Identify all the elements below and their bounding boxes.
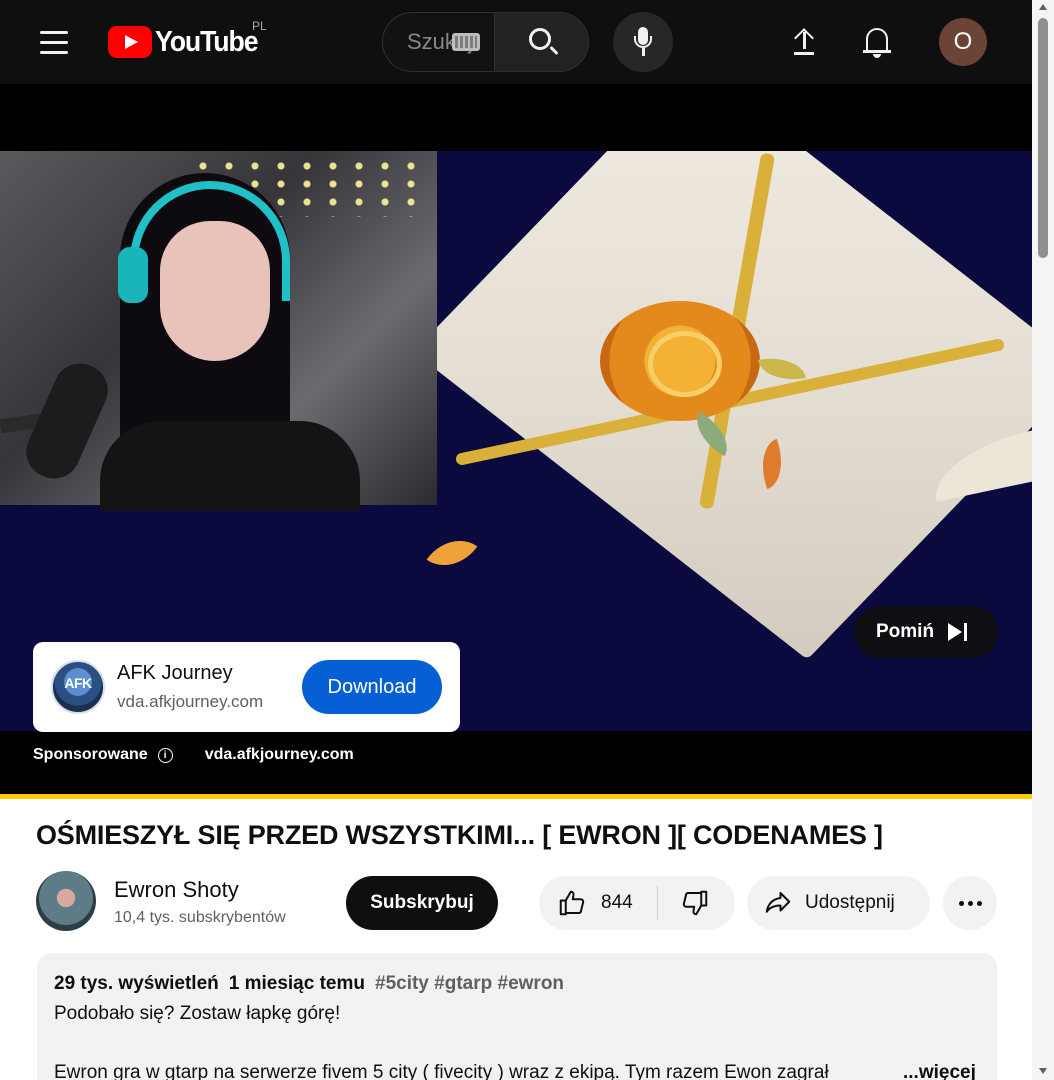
more-dots-icon	[967, 900, 973, 906]
scrollbar-thumb[interactable]	[1038, 18, 1048, 258]
channel-avatar[interactable]	[36, 871, 96, 931]
leaf-decoration	[426, 526, 478, 580]
country-code: PL	[252, 19, 267, 33]
like-dislike-group: 844	[539, 876, 735, 930]
thumbs-down-icon	[682, 890, 708, 916]
share-label: Udostępnij	[805, 892, 895, 913]
hashtag[interactable]: #ewron	[498, 973, 565, 994]
ad-url[interactable]: vda.afkjourney.com	[117, 692, 263, 712]
ad-footer: Sponsorowane i vda.afkjourney.com	[33, 744, 354, 766]
skip-ad-label: Pomiń	[876, 621, 935, 642]
logo-wordmark: YouTube	[155, 25, 259, 58]
page-scrollbar[interactable]	[1032, 0, 1054, 1080]
subscribe-button[interactable]: Subskrybuj	[346, 876, 498, 930]
subscriber-count: 10,4 tys. subskrybentów	[114, 909, 286, 926]
user-avatar[interactable]: O	[939, 18, 987, 66]
top-bar: YouTube PL Szukaj O	[0, 0, 1032, 84]
share-button[interactable]: Udostępnij	[747, 876, 930, 930]
skip-ad-button[interactable]: Pomiń	[854, 606, 998, 658]
streamer-shirt	[100, 421, 360, 511]
hashtag[interactable]: #5city	[375, 973, 429, 994]
video-title: OŚMIESZYŁ SIĘ PRZED WSZYSTKIMI... [ EWRO…	[36, 820, 883, 850]
search-button[interactable]	[494, 12, 589, 72]
sponsored-label: Sponsorowane	[33, 746, 148, 763]
advertiser-logo-text: AFK	[64, 675, 92, 691]
ad-footer-url[interactable]: vda.afkjourney.com	[205, 746, 354, 764]
youtube-logo[interactable]: YouTube PL	[108, 19, 267, 62]
ad-progress-bar[interactable]	[0, 794, 1032, 799]
more-actions-button[interactable]	[943, 876, 997, 930]
webcam-overlay	[0, 151, 437, 511]
description-box[interactable]: 29 tys. wyświetleń 1 miesiąc temu #5city #…	[37, 953, 997, 1080]
more-dots-icon	[976, 900, 982, 906]
wax-seal-image	[600, 301, 760, 421]
scroll-up-arrow-icon[interactable]	[1039, 4, 1047, 10]
description-meta: 29 tys. wyświetleń 1 miesiąc temu #5city #…	[54, 973, 564, 995]
voice-search-button[interactable]	[613, 12, 673, 72]
skip-next-icon	[948, 623, 970, 641]
bell-icon[interactable]	[856, 20, 898, 62]
ad-card[interactable]: AFK AFK Journey vda.afkjourney.com Downl…	[33, 642, 460, 732]
menu-icon[interactable]	[34, 22, 74, 62]
youtube-play-icon	[108, 26, 152, 58]
like-count: 844	[601, 892, 633, 913]
like-button[interactable]: 844	[539, 876, 657, 930]
show-more-link[interactable]: ...więcej	[899, 1062, 976, 1080]
download-button[interactable]: Download	[302, 660, 442, 714]
description-line: Podobało się? Zostaw łapkę górę!	[54, 1003, 341, 1024]
share-arrow-icon	[765, 892, 791, 913]
hashtag[interactable]: #gtarp	[434, 973, 492, 994]
advertiser-logo[interactable]: AFK	[51, 660, 105, 714]
thumbs-up-icon	[559, 890, 585, 916]
search-icon	[529, 28, 551, 50]
dislike-button[interactable]	[658, 876, 735, 930]
description-line: Ewron gra w gtarp na serwerze fivem 5 ci…	[54, 1062, 829, 1080]
upload-icon[interactable]	[784, 20, 826, 62]
info-icon[interactable]: i	[157, 747, 173, 763]
headset-earcup	[118, 247, 148, 303]
upload-date: 1 miesiąc temu	[228, 973, 365, 994]
ad-title[interactable]: AFK Journey	[117, 662, 233, 685]
channel-name[interactable]: Ewron Shoty	[114, 877, 239, 903]
view-count: 29 tys. wyświetleń	[54, 973, 219, 994]
keyboard-icon[interactable]	[452, 33, 480, 51]
more-dots-icon	[958, 900, 964, 906]
video-player[interactable]: Pomiń AFK AFK Journey vda.afkjourney.com…	[0, 84, 1032, 794]
scroll-down-arrow-icon[interactable]	[1039, 1068, 1047, 1074]
